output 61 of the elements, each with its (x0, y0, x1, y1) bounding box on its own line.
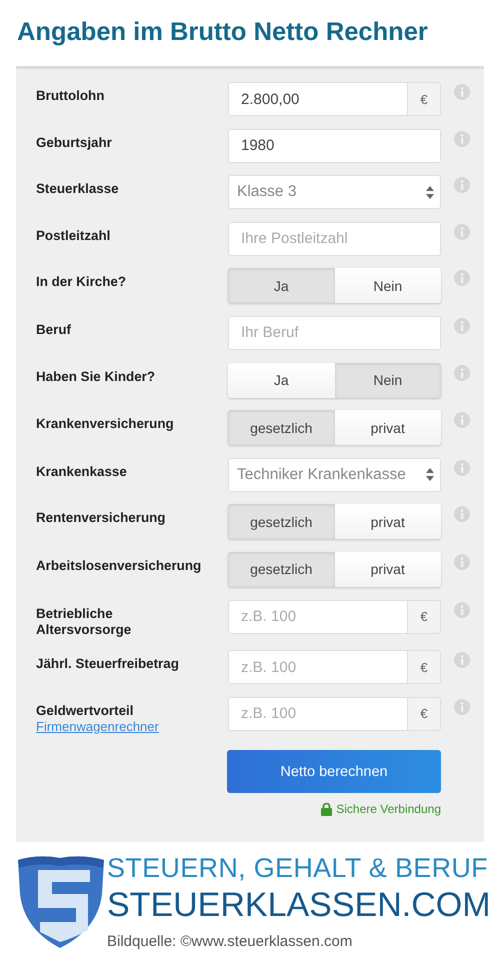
input-field[interactable]: 2.800,00 (228, 82, 408, 116)
toggle-option[interactable]: privat (334, 504, 441, 540)
brand-name: STEUERKLASSEN.COM (107, 886, 491, 924)
lock-icon (321, 802, 332, 816)
toggle-option[interactable]: Nein (334, 362, 441, 398)
field-label: Krankenkasse (36, 464, 128, 480)
field-label: Haben Sie Kinder? (36, 368, 156, 385)
currency-addon: € (408, 696, 441, 731)
currency-addon: € (408, 600, 441, 634)
info-icon (454, 602, 470, 618)
field-label: In der Kirche? (36, 274, 128, 290)
info-icon (454, 364, 470, 381)
input-field[interactable]: 1980 (228, 128, 441, 163)
info-icon (454, 224, 470, 240)
info-icon (454, 177, 470, 194)
info-icon (454, 130, 470, 147)
updown-arrows-icon (426, 186, 434, 199)
toggle-option[interactable]: privat (334, 552, 441, 587)
toggle-option[interactable]: Ja (228, 362, 334, 398)
page-title: Angaben im Brutto Netto Rechner (17, 17, 428, 48)
field-label: Rentenversicherung (36, 510, 166, 526)
toggle-option[interactable]: Nein (334, 268, 441, 304)
secure-connection-note: Sichere Verbindung (336, 802, 441, 816)
field-label: Betriebliche Altersvorsorge (36, 606, 132, 638)
toggle-option[interactable]: Ja (228, 268, 334, 304)
shield-logo-icon (18, 854, 104, 948)
info-icon (454, 652, 470, 668)
field-label: Krankenversicherung (36, 416, 175, 432)
info-icon (454, 412, 470, 428)
info-icon (454, 270, 470, 286)
updown-arrows-icon (426, 468, 434, 482)
calculate-button[interactable]: Netto berechnen (227, 750, 441, 794)
field-label: Geldwertvorteil (36, 702, 134, 719)
info-icon (454, 506, 470, 522)
field-label: Jährl. Steuerfreibetrag (36, 656, 180, 672)
field-label: Steuerklasse (36, 181, 120, 198)
brand-tagline: STEUERN, GEHALT & BERUF (107, 852, 489, 886)
select-field[interactable]: Techniker Krankenkasse (228, 458, 441, 492)
info-icon (454, 318, 470, 334)
field-label: Bruttolohn (36, 88, 106, 104)
input-field[interactable]: z.B. 100 (228, 650, 408, 684)
toggle-option[interactable]: privat (334, 410, 441, 446)
input-field[interactable]: z.B. 100 (228, 696, 408, 731)
image-credit: Bildquelle: ©www.steuerklassen.com (107, 932, 354, 952)
info-icon (454, 698, 470, 715)
field-label: Beruf (36, 322, 72, 338)
select-field[interactable]: Klasse 3 (228, 175, 441, 210)
field-label: Geburtsjahr (36, 134, 113, 151)
toggle-option[interactable]: gesetzlich (228, 552, 334, 587)
info-icon (454, 460, 470, 476)
input-field[interactable]: z.B. 100 (228, 600, 408, 634)
info-icon (454, 554, 470, 570)
field-label: Postleitzahl (36, 228, 112, 244)
input-field[interactable]: Ihre Postleitzahl (228, 222, 441, 256)
toggle-option[interactable]: gesetzlich (228, 410, 334, 446)
currency-addon: € (408, 82, 441, 116)
toggle-option[interactable]: gesetzlich (228, 504, 334, 540)
field-label: Arbeitslosenversicherung (36, 558, 202, 574)
currency-addon: € (408, 650, 441, 684)
input-field[interactable]: Ihr Beruf (228, 316, 441, 350)
info-icon (454, 84, 470, 100)
